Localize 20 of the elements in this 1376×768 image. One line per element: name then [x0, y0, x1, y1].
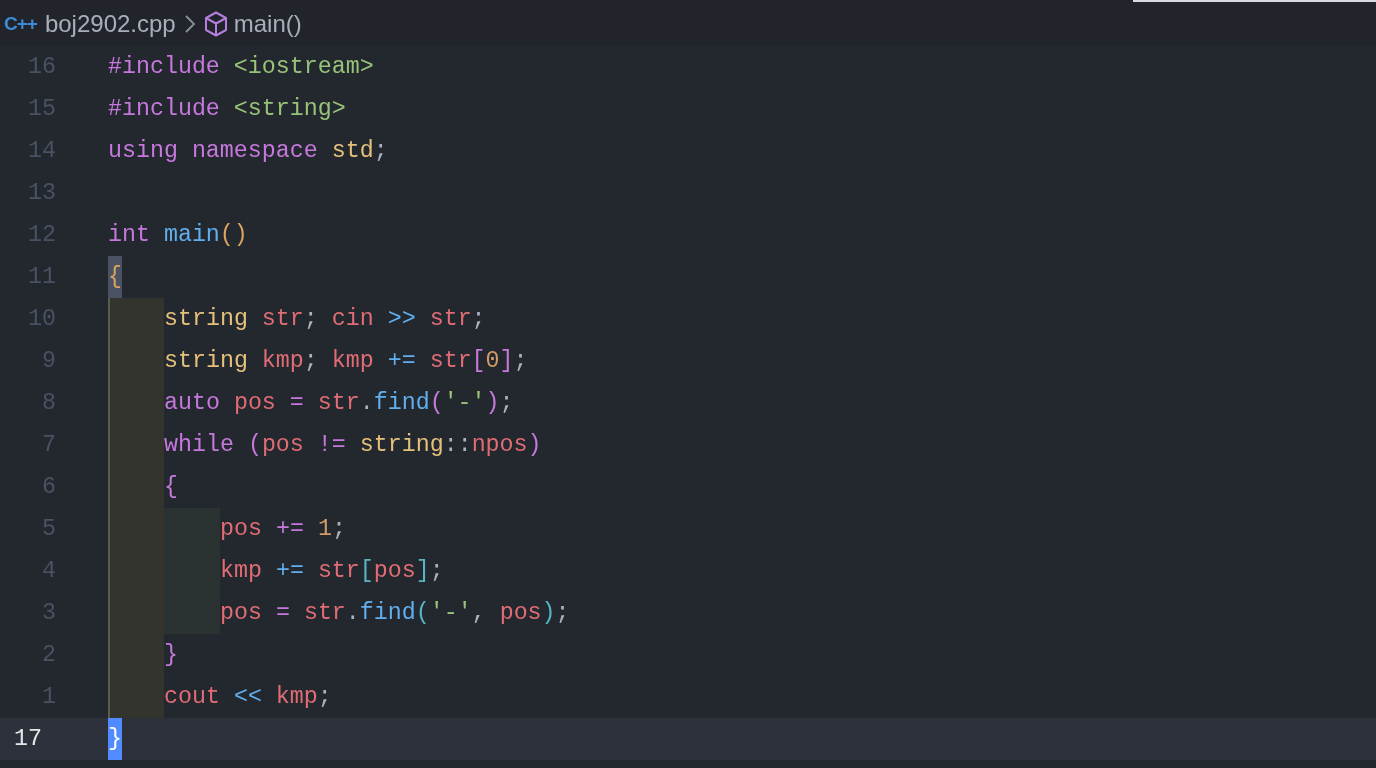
breadcrumb-symbol[interactable]: main(): [233, 10, 302, 38]
breadcrumb-file[interactable]: boj2902.cpp: [44, 10, 176, 38]
code-line: }: [164, 641, 178, 670]
code-line: {: [164, 473, 178, 502]
code-line: string str; cin >> str;: [164, 305, 486, 334]
code-line: pos = str.find('-', pos);: [220, 599, 570, 628]
code-line: #include <string>: [108, 95, 346, 124]
code-line: kmp += str[pos];: [220, 557, 444, 586]
line-number: 17: [13, 725, 43, 754]
code-line: pos += 1;: [220, 515, 346, 544]
code-line: int main(): [108, 221, 248, 250]
code-line: auto pos = str.find('-');: [164, 389, 514, 418]
code-line: cout << kmp;: [164, 683, 332, 712]
code-line: string kmp; kmp += str[0];: [164, 347, 528, 376]
code-line: #include <iostream>: [108, 53, 374, 82]
code-line: using namespace std;: [108, 137, 388, 166]
chevron-right-icon: [183, 14, 196, 34]
cpp-file-icon: C++: [4, 13, 37, 35]
code-line: while (pos != string::npos): [164, 431, 542, 460]
cube-icon: [203, 11, 228, 37]
